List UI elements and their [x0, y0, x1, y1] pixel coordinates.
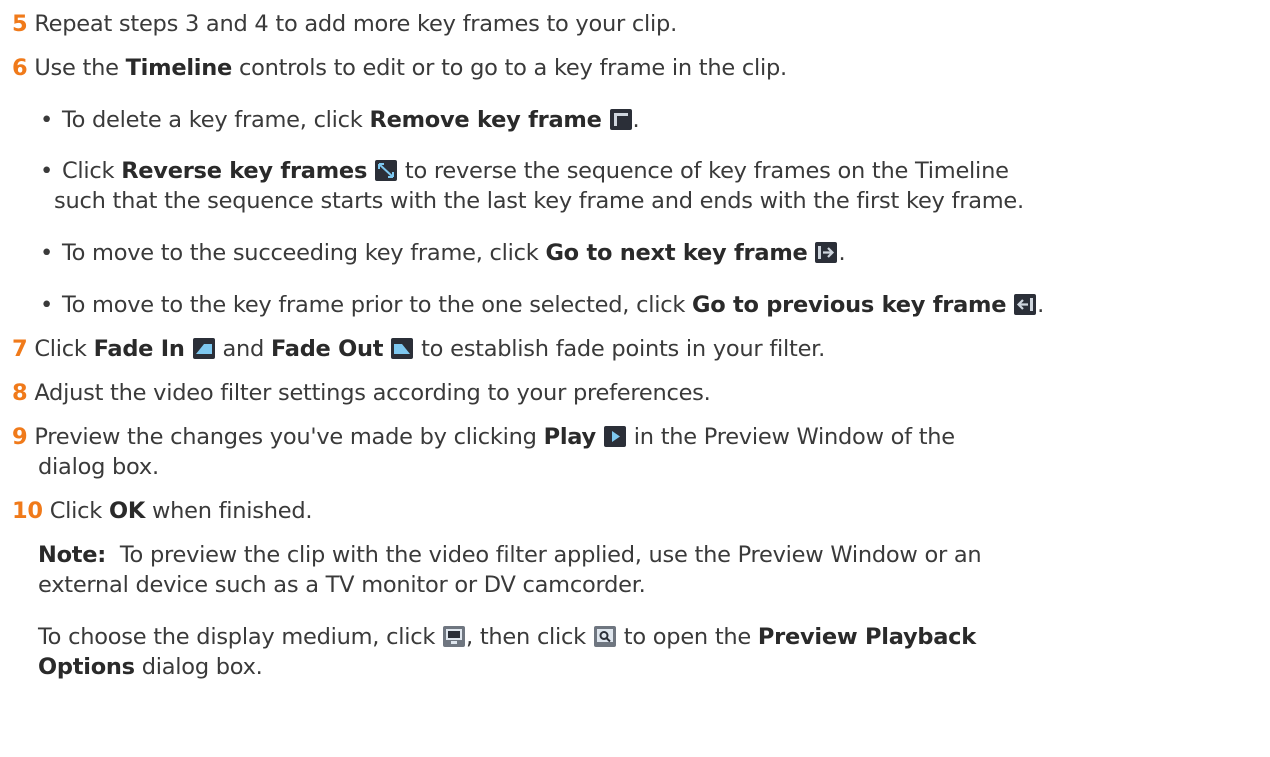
bullet-text: To move to the key frame prior to the on…: [61, 292, 692, 318]
next-key-frame-icon: [815, 242, 838, 263]
document-page: 5 Repeat steps 3 and 4 to add more key f…: [0, 0, 1270, 757]
bullet-text: To delete a key frame, click: [61, 107, 370, 133]
step-text: and: [215, 336, 271, 362]
reverse-key-frames-term: Reverse key frames: [121, 158, 368, 184]
bullet-text: .: [838, 240, 846, 266]
fade-in-icon: [192, 338, 215, 359]
step-8: 8 Adjust the video filter settings accor…: [12, 378, 711, 408]
step-number: 9: [12, 424, 28, 450]
step-text: Adjust the video filter settings accordi…: [34, 380, 711, 406]
step-text: to establish fade points in your filter.: [414, 336, 826, 362]
bullet-remove-key-frame: • To delete a key frame, click Remove ke…: [40, 105, 640, 135]
timeline-term: Timeline: [125, 55, 233, 81]
bullet-glyph: •: [40, 158, 54, 184]
display-medium-instruction: To choose the display medium, click , th…: [38, 622, 976, 652]
step-text: Repeat steps 3 and 4 to add more key fra…: [34, 11, 677, 37]
bullet-text: to reverse the sequence of key frames on…: [398, 158, 1009, 184]
note-text: To preview the clip with the video filte…: [106, 542, 982, 568]
fade-in-term: Fade In: [93, 336, 185, 362]
note-text: to open the: [616, 624, 758, 650]
bullet-text: Click: [61, 158, 122, 184]
remove-key-frame-icon: [609, 109, 632, 130]
step-number: 6: [12, 55, 28, 81]
previous-key-frame-icon: [1014, 294, 1037, 315]
preview-playback-options-icon: [593, 626, 616, 647]
bullet-text: To move to the succeeding key frame, cli…: [61, 240, 546, 266]
bullet-next-key-frame: • To move to the succeeding key frame, c…: [40, 238, 846, 268]
next-key-frame-term: Go to next key frame: [545, 240, 808, 266]
note-continuation: external device such as a TV monitor or …: [38, 570, 646, 600]
remove-key-frame-term: Remove key frame: [369, 107, 602, 133]
bullet-glyph: •: [40, 107, 54, 133]
play-term: Play: [543, 424, 597, 450]
step-text: dialog box.: [38, 454, 159, 480]
step-5: 5 Repeat steps 3 and 4 to add more key f…: [12, 9, 677, 39]
step-text: Click: [49, 498, 109, 524]
play-icon: [603, 426, 626, 447]
note-label: Note:: [38, 542, 107, 568]
ok-term: OK: [108, 498, 146, 524]
step-10: 10 Click OK when finished.: [12, 496, 313, 526]
bullet-text: such that the sequence starts with the l…: [54, 188, 1024, 214]
bullet-reverse-continuation: such that the sequence starts with the l…: [54, 186, 1024, 216]
reverse-key-frames-icon: [375, 160, 397, 181]
step-number: 5: [12, 11, 28, 37]
bullet-text: .: [1037, 292, 1045, 318]
step-text: Click: [34, 336, 94, 362]
bullet-reverse-key-frames: • Click Reverse key frames to reverse th…: [40, 156, 1009, 186]
note-text: external device such as a TV monitor or …: [38, 572, 646, 598]
bullet-glyph: •: [40, 240, 54, 266]
fade-out-term: Fade Out: [270, 336, 384, 362]
step-text: when finished.: [145, 498, 313, 524]
step-9-continuation: dialog box.: [38, 452, 159, 482]
bullet-text: .: [632, 107, 640, 133]
previous-key-frame-term: Go to previous key frame: [692, 292, 1007, 318]
note-text: dialog box.: [134, 654, 263, 680]
step-text: Preview the changes you've made by click…: [34, 424, 544, 450]
bullet-glyph: •: [40, 292, 54, 318]
step-text: in the Preview Window of the: [626, 424, 955, 450]
step-number: 8: [12, 380, 28, 406]
step-text: controls to edit or to go to a key frame…: [232, 55, 787, 81]
note: Note: To preview the clip with the video…: [38, 540, 982, 570]
note-text: To choose the display medium, click: [38, 624, 443, 650]
step-7: 7 Click Fade In and Fade Out to establis…: [12, 334, 825, 364]
step-6: 6 Use the Timeline controls to edit or t…: [12, 53, 787, 83]
bullet-previous-key-frame: • To move to the key frame prior to the …: [40, 290, 1044, 320]
step-number: 10: [12, 498, 43, 524]
preview-playback-term: Preview Playback: [757, 624, 976, 650]
display-medium-icon: [443, 626, 466, 647]
display-medium-continuation: Options dialog box.: [38, 652, 263, 682]
step-number: 7: [12, 336, 28, 362]
options-term: Options: [38, 654, 135, 680]
fade-out-icon: [391, 338, 414, 359]
note-text: , then click: [466, 624, 593, 650]
step-9: 9 Preview the changes you've made by cli…: [12, 422, 955, 452]
step-text: Use the: [34, 55, 126, 81]
